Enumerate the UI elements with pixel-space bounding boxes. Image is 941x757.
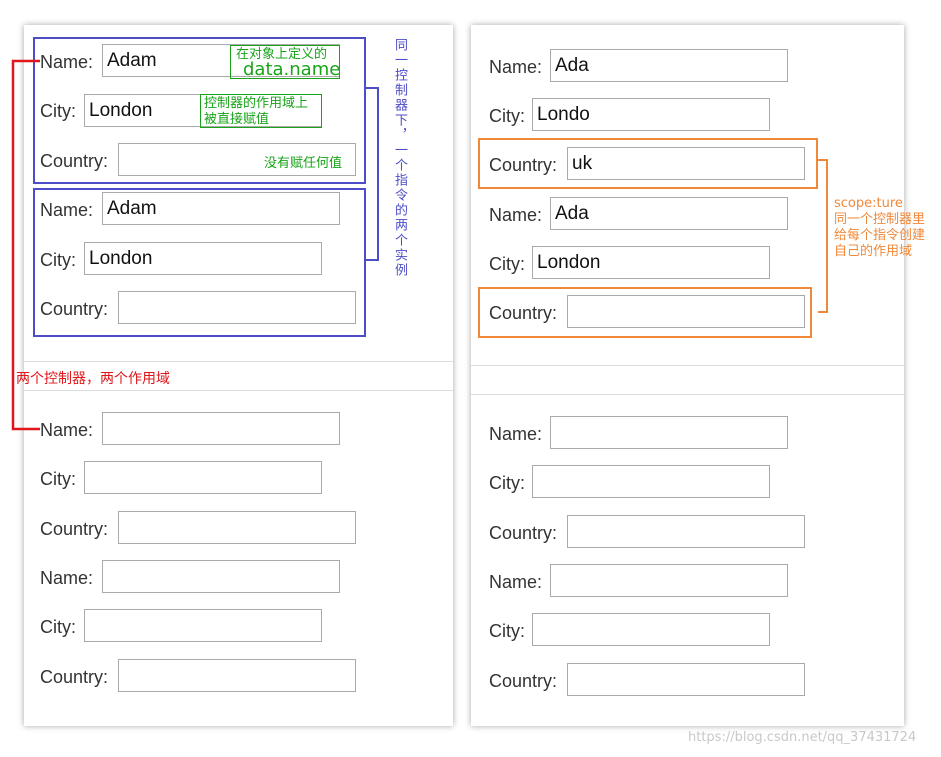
city-label: City:: [489, 106, 525, 126]
city-input[interactable]: [84, 609, 322, 642]
data-name-note: data.name: [243, 59, 341, 80]
scope-true-note: scope:ture 同一个控制器里 给每个指令创建 自己的作用域: [834, 196, 925, 260]
city-input[interactable]: [532, 613, 770, 646]
name-label: Name:: [40, 568, 94, 588]
same-controller-vertical-note: 同一控制器下，一个指令的两个实例: [392, 38, 407, 278]
country-label: Country:: [489, 523, 558, 543]
scope-true-line-4: 自己的作用域: [834, 244, 913, 259]
right-panel-divider-2: [471, 394, 904, 395]
isolated-scope-box-1: [478, 138, 818, 189]
scope-true-line-1: scope:ture: [834, 196, 903, 211]
country-label: Country:: [40, 519, 109, 539]
name-input[interactable]: [102, 412, 340, 445]
name-label: Name:: [40, 420, 94, 440]
city-input[interactable]: [532, 465, 770, 498]
controller-scope-note: 控制器的作用域上: [204, 96, 309, 111]
name-label: Name:: [489, 572, 543, 592]
city-label: City:: [489, 254, 525, 274]
name-label: Name:: [489, 424, 543, 444]
isolated-scope-box-2: [478, 287, 812, 338]
city-input[interactable]: [84, 461, 322, 494]
scope-true-line-3: 给每个指令创建: [834, 228, 926, 243]
country-input[interactable]: [118, 659, 356, 692]
orange-bracket-icon: [818, 159, 828, 313]
city-label: City:: [40, 617, 76, 637]
left-panel-divider-2: [24, 390, 453, 391]
watermark: https://blog.csdn.net/qq_37431724: [688, 730, 917, 745]
country-input[interactable]: [567, 663, 805, 696]
direct-assignment-note: 被直接赋值: [204, 112, 270, 127]
name-input[interactable]: [550, 564, 788, 597]
name-input[interactable]: [550, 416, 788, 449]
city-input[interactable]: [532, 98, 770, 131]
no-assignment-note: 没有赋任何值: [264, 156, 343, 171]
blue-bracket-icon: [364, 87, 379, 261]
city-label: City:: [489, 621, 525, 641]
name-input[interactable]: [102, 560, 340, 593]
left-panel-divider: [24, 361, 453, 362]
name-input[interactable]: [550, 197, 788, 230]
country-label: Country:: [40, 667, 109, 687]
name-input[interactable]: [550, 49, 788, 82]
directive-instance-box-2: [33, 188, 366, 337]
city-label: City:: [40, 469, 76, 489]
country-input[interactable]: [118, 511, 356, 544]
name-label: Name:: [489, 57, 543, 77]
country-label: Country:: [489, 671, 558, 691]
right-panel-divider: [471, 365, 904, 366]
two-controllers-note: 两个控制器，两个作用域: [16, 371, 170, 387]
country-input[interactable]: [567, 515, 805, 548]
city-input[interactable]: [532, 246, 770, 279]
name-label: Name:: [489, 205, 543, 225]
city-label: City:: [489, 473, 525, 493]
scope-true-line-2: 同一个控制器里: [834, 212, 926, 227]
